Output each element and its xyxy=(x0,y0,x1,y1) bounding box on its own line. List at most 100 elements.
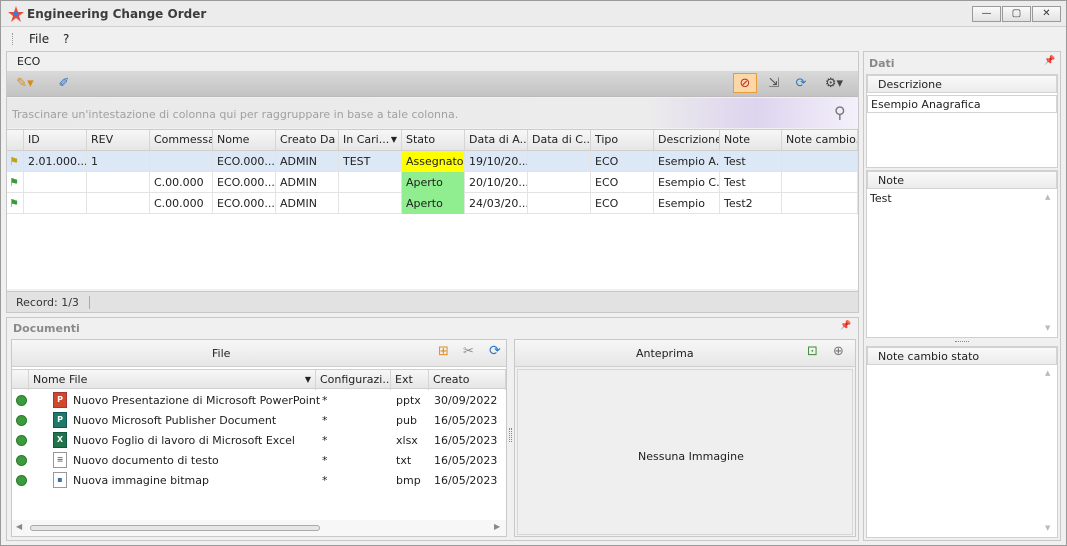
file-ext: bmp xyxy=(396,474,421,487)
file-ext: txt xyxy=(396,454,412,467)
col-ext[interactable]: Ext xyxy=(391,370,429,390)
col-note[interactable]: Note xyxy=(720,130,782,150)
side-panel: Dati 📌 Descrizione Esempio Anagrafica No… xyxy=(863,51,1061,541)
file-row[interactable]: ≡ Nuovo documento di testo * txt 16/05/2… xyxy=(12,450,506,470)
preview-area: Nessuna Immagine xyxy=(517,369,853,535)
zoom-icon[interactable]: ⊕ xyxy=(833,344,844,359)
note-textarea[interactable]: Test ▲ ▼ xyxy=(867,190,1057,337)
close-button[interactable]: ✕ xyxy=(1032,6,1061,22)
cell-commessa: C.00.000 xyxy=(150,193,213,214)
cell-tipo: ECO xyxy=(591,193,654,214)
note-label: Note xyxy=(867,171,1057,189)
note-text: Test xyxy=(870,192,892,205)
eco-toolbar: ✎▾ ✐ ⊘ ⇲ ⟳ ⚙▾ xyxy=(7,71,858,97)
file-created: 16/05/2023 xyxy=(434,474,498,487)
cell-data-a: 20/10/20... xyxy=(465,172,528,193)
record-separator xyxy=(89,296,90,309)
file-row[interactable]: P Nuovo Microsoft Publisher Document * p… xyxy=(12,410,506,430)
col-descrizione[interactable]: Descrizione xyxy=(654,130,720,150)
horizontal-scrollbar[interactable]: ◀ ▶ xyxy=(12,520,506,536)
cell-data-c xyxy=(528,193,591,214)
row-pin-icon: ⚑ xyxy=(7,172,24,193)
scroll-left-icon[interactable]: ◀ xyxy=(16,522,22,531)
fit-image-icon[interactable]: ⊡ xyxy=(807,344,818,359)
note-section: Note Test ▲ ▼ xyxy=(866,170,1058,338)
settings-icon[interactable]: ⚙▾ xyxy=(819,74,849,94)
unlink-icon[interactable]: ✂ xyxy=(463,344,474,359)
cell-stato-aperto: Aperto xyxy=(402,193,465,214)
note-cambio-textarea[interactable]: ▲ ▼ xyxy=(867,366,1057,537)
minimize-button[interactable]: — xyxy=(972,6,1001,22)
edit-eco-icon[interactable]: ✐ xyxy=(53,74,75,94)
cell-data-a: 19/10/20... xyxy=(465,151,528,172)
cell-id: 2.01.000... xyxy=(24,151,87,172)
menu-grip xyxy=(12,33,15,45)
col-nome[interactable]: Nome xyxy=(213,130,276,150)
col-file-indicator xyxy=(12,370,29,390)
side-splitter-handle[interactable] xyxy=(955,341,969,343)
note-cambio-scroll-down-icon[interactable]: ▼ xyxy=(1045,524,1050,532)
app-logo-icon xyxy=(8,6,24,22)
eco-row[interactable]: ⚑ C.00.000 ECO.000... ADMIN Aperto 20/10… xyxy=(7,172,858,193)
col-tipo[interactable]: Tipo xyxy=(591,130,654,150)
new-eco-icon[interactable]: ✎▾ xyxy=(14,74,36,94)
group-panel[interactable]: Trascinare un'intestazione di colonna qu… xyxy=(7,98,858,128)
note-scroll-up-icon[interactable]: ▲ xyxy=(1045,193,1050,201)
file-ext: pptx xyxy=(396,394,421,407)
filter-off-icon[interactable]: ⊘ xyxy=(733,73,757,93)
descrizione-field[interactable]: Esempio Anagrafica xyxy=(867,95,1057,113)
file-refresh-icon[interactable]: ⟳ xyxy=(489,343,501,359)
scroll-right-icon[interactable]: ▶ xyxy=(494,522,500,531)
col-nome-file[interactable]: Nome File ▼ xyxy=(29,370,316,390)
col-creato-da[interactable]: Creato Da xyxy=(276,130,339,150)
eco-row[interactable]: ⚑ C.00.000 ECO.000... ADMIN Aperto 24/03… xyxy=(7,193,858,214)
cell-stato-aperto: Aperto xyxy=(402,172,465,193)
file-row[interactable]: P Nuovo Presentazione di Microsoft Power… xyxy=(12,390,506,410)
col-configurazione[interactable]: Configurazi... xyxy=(316,370,391,390)
export-icon[interactable]: ⇲ xyxy=(763,74,785,94)
file-ext: xlsx xyxy=(396,434,418,447)
eco-row[interactable]: ⚑ 2.01.000... 1 ECO.000... ADMIN TEST As… xyxy=(7,151,858,172)
file-grid-header: Nome File ▼ Configurazi... Ext Creato xyxy=(12,369,506,390)
side-title: Dati xyxy=(869,57,895,70)
file-panel-header: File ⊞ ✂ ⟳ xyxy=(12,340,506,367)
search-icon[interactable]: ⚲ xyxy=(834,103,846,122)
menu-file[interactable]: File xyxy=(29,32,49,46)
col-commessa[interactable]: Commessa xyxy=(150,130,213,150)
col-note-cambio[interactable]: Note cambio... xyxy=(782,130,858,150)
col-stato[interactable]: Stato xyxy=(402,130,465,150)
note-cambio-scroll-up-icon[interactable]: ▲ xyxy=(1045,369,1050,377)
col-creato[interactable]: Creato xyxy=(429,370,506,390)
col-in-carico[interactable]: In Cari... ▼ xyxy=(339,130,402,150)
col-data-c[interactable]: Data di C... xyxy=(528,130,591,150)
file-created: 30/09/2022 xyxy=(434,394,498,407)
status-dot-icon xyxy=(16,395,27,406)
menu-help[interactable]: ? xyxy=(63,32,69,46)
file-name: Nuovo Presentazione di Microsoft PowerPo… xyxy=(73,394,321,407)
documents-pin-icon[interactable]: 📌 xyxy=(840,321,851,331)
cell-data-c xyxy=(528,172,591,193)
col-rev[interactable]: REV xyxy=(87,130,150,150)
cell-note: Test xyxy=(720,151,782,172)
group-hint: Trascinare un'intestazione di colonna qu… xyxy=(12,108,459,121)
tree-view-icon[interactable]: ⊞ xyxy=(438,344,449,359)
maximize-button[interactable]: ▢ xyxy=(1002,6,1031,22)
file-config: * xyxy=(322,394,328,407)
file-row[interactable]: X Nuovo Foglio di lavoro di Microsoft Ex… xyxy=(12,430,506,450)
col-id[interactable]: ID xyxy=(24,130,87,150)
refresh-icon[interactable]: ⟳ xyxy=(790,74,812,94)
cell-stato-assegnato: Assegnato xyxy=(402,151,465,172)
scroll-thumb[interactable] xyxy=(30,525,320,531)
cell-commessa xyxy=(150,151,213,172)
splitter-handle[interactable] xyxy=(509,428,512,442)
note-scroll-down-icon[interactable]: ▼ xyxy=(1045,324,1050,332)
record-count: Record: 1/3 xyxy=(16,296,79,309)
cell-nome: ECO.000... xyxy=(213,172,276,193)
cell-tipo: ECO xyxy=(591,172,654,193)
file-name: Nuovo Foglio di lavoro di Microsoft Exce… xyxy=(73,434,295,447)
cell-note-cambio xyxy=(782,193,858,214)
side-pin-icon[interactable]: 📌 xyxy=(1044,56,1055,66)
file-row[interactable]: ▪ Nuova immagine bitmap * bmp 16/05/2023 xyxy=(12,470,506,490)
cell-id xyxy=(24,193,87,214)
col-data-a[interactable]: Data di A... xyxy=(465,130,528,150)
